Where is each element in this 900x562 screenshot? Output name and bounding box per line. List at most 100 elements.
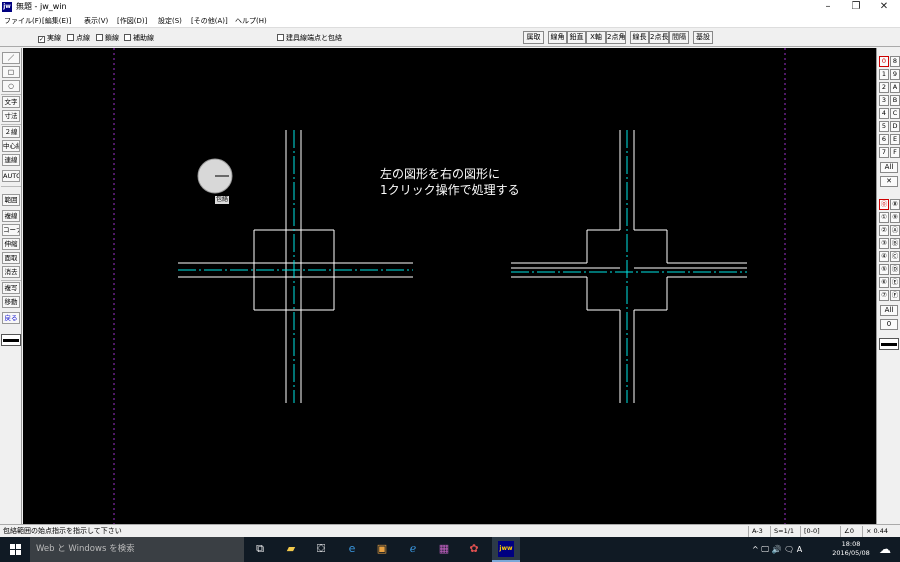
tool-undo[interactable]: 戻る <box>2 312 20 324</box>
layer-group-9[interactable]: 9 <box>890 69 900 80</box>
layer-group-a[interactable]: A <box>890 82 900 93</box>
check-solid-line[interactable]: ✓ 実線 <box>38 33 61 43</box>
taskbar-search-input[interactable]: Web と Windows を検索 <box>30 537 244 562</box>
base-set-button[interactable]: 基設 <box>693 31 713 44</box>
check-fitting-endpoint[interactable]: 建具線端点と包絡 <box>277 33 342 43</box>
system-tray[interactable]: ^ 🖵 🔊 🗨 A <box>752 537 802 562</box>
layer-group-4[interactable]: 4 <box>879 108 889 119</box>
layer-4[interactable]: ④ <box>879 251 889 262</box>
two-point-length-button[interactable]: 2点長 <box>649 31 669 44</box>
tool-rectangle[interactable]: □ <box>2 66 20 78</box>
two-point-angle-button[interactable]: 2点角 <box>606 31 626 44</box>
layer-group-b[interactable]: B <box>890 95 900 106</box>
store-icon[interactable]: ⛋ <box>313 541 329 557</box>
check-chain-line[interactable]: 鎖線 <box>96 33 119 43</box>
zoom-ratio-field[interactable]: × 0.44 <box>862 526 900 537</box>
interval-button[interactable]: 間隔 <box>669 31 689 44</box>
layer-f[interactable]: Ⓕ <box>890 290 900 301</box>
layer-group-all-button[interactable]: All <box>880 162 898 173</box>
layer-1[interactable]: ① <box>879 212 889 223</box>
tool-line[interactable]: ／ <box>2 52 20 64</box>
menu-other[interactable]: [その他(A)] <box>191 15 228 27</box>
layer-0[interactable]: ⓪ <box>879 199 889 210</box>
layer-9[interactable]: ⑨ <box>890 212 900 223</box>
angle-field[interactable]: ∠0 <box>840 526 862 537</box>
internet-explorer-icon[interactable]: ℯ <box>405 541 421 557</box>
vertical-button[interactable]: 鉛直 <box>567 31 586 44</box>
edge-browser-icon[interactable]: e <box>344 541 360 557</box>
tool-dimension[interactable]: 寸法 <box>2 110 20 122</box>
layer-3[interactable]: ③ <box>879 238 889 249</box>
menu-settings[interactable]: 設定(S) <box>158 15 182 27</box>
task-view-icon[interactable]: ⧉ <box>252 541 268 557</box>
tool-center-line[interactable]: 中心線 <box>2 140 20 152</box>
layer-field[interactable]: [0-0] <box>800 526 826 537</box>
layer-group-0[interactable]: 0 <box>879 56 889 67</box>
app-photo-icon[interactable]: ▦ <box>436 541 452 557</box>
tool-circle[interactable]: ○ <box>2 80 20 92</box>
line-color-indicator[interactable] <box>879 338 899 350</box>
line-length-button[interactable]: 線長 <box>630 31 649 44</box>
tool-double-line[interactable]: ２線 <box>2 126 20 138</box>
tool-corner[interactable]: コーナー <box>2 224 20 236</box>
tool-parallel[interactable]: 複線 <box>2 210 20 222</box>
layer-7[interactable]: ⑦ <box>879 290 889 301</box>
layer-group-f[interactable]: F <box>890 147 900 158</box>
tool-auto[interactable]: AUTO <box>2 170 20 182</box>
app-paint-icon[interactable]: ✿ <box>466 541 482 557</box>
minimize-button[interactable]: – <box>814 0 842 14</box>
cad-drawing[interactable] <box>23 48 876 524</box>
layer-group-7[interactable]: 7 <box>879 147 889 158</box>
media-player-icon[interactable]: ▣ <box>374 541 390 557</box>
layer-all-button[interactable]: All <box>880 305 898 316</box>
layer-8[interactable]: ⑧ <box>890 199 900 210</box>
tool-extend[interactable]: 伸縮 <box>2 238 20 250</box>
layer-c[interactable]: Ⓒ <box>890 251 900 262</box>
restore-button[interactable]: ❐ <box>842 0 870 14</box>
layer-6[interactable]: ⑥ <box>879 277 889 288</box>
attr-pick-button[interactable]: 属取 <box>523 31 544 44</box>
tool-range[interactable]: 範囲 <box>2 194 20 206</box>
tool-chamfer[interactable]: 面取 <box>2 252 20 264</box>
tool-text[interactable]: 文字 <box>2 96 20 108</box>
windows-start-icon[interactable] <box>0 537 30 562</box>
file-explorer-icon[interactable]: ▰ <box>283 541 299 557</box>
layer-group-e[interactable]: E <box>890 134 900 145</box>
menu-edit[interactable]: [編集(E)] <box>42 15 71 27</box>
layer-a[interactable]: Ⓐ <box>890 225 900 236</box>
layer-b[interactable]: Ⓑ <box>890 238 900 249</box>
tool-copy[interactable]: 複写 <box>2 282 20 294</box>
drawing-canvas[interactable]: 左の図形を右の図形に 1クリック操作で処理する 包絡 <box>23 48 876 524</box>
menu-file[interactable]: ファイル(F) <box>4 15 42 27</box>
processed-cross-figure[interactable] <box>511 130 747 403</box>
layer-group-cross-button[interactable]: ✕ <box>880 176 898 187</box>
check-dotted-line[interactable]: 点線 <box>67 33 90 43</box>
tool-continuous-line[interactable]: 連線 <box>2 154 20 166</box>
menu-help[interactable]: ヘルプ(H) <box>235 15 267 27</box>
layer-group-2[interactable]: 2 <box>879 82 889 93</box>
check-aux-line[interactable]: 補助線 <box>124 33 154 43</box>
layer-group-8[interactable]: 8 <box>890 56 900 67</box>
layer-e[interactable]: Ⓔ <box>890 277 900 288</box>
layer-group-1[interactable]: 1 <box>879 69 889 80</box>
layer-d[interactable]: Ⓓ <box>890 264 900 275</box>
x-axis-button[interactable]: X軸 <box>586 31 606 44</box>
tool-erase[interactable]: 消去 <box>2 266 20 278</box>
layer-2[interactable]: ② <box>879 225 889 236</box>
layer-group-6[interactable]: 6 <box>879 134 889 145</box>
layer-zero-button[interactable]: 0 <box>880 319 898 330</box>
scale-field[interactable]: S=1/1 <box>770 526 800 537</box>
line-type-indicator[interactable] <box>1 334 21 346</box>
notification-center-icon[interactable]: ☁ <box>876 542 894 556</box>
taskbar-clock[interactable]: 18:08 2016/05/08 <box>830 540 872 558</box>
layer-group-3[interactable]: 3 <box>879 95 889 106</box>
layer-group-c[interactable]: C <box>890 108 900 119</box>
line-angle-button[interactable]: 線角 <box>548 31 567 44</box>
menu-view[interactable]: 表示(V) <box>84 15 108 27</box>
jw-taskbar-button[interactable]: jww <box>492 537 520 562</box>
close-button[interactable]: ✕ <box>870 0 898 14</box>
layer-group-5[interactable]: 5 <box>879 121 889 132</box>
layer-group-d[interactable]: D <box>890 121 900 132</box>
tool-move[interactable]: 移動 <box>2 296 20 308</box>
layer-5[interactable]: ⑤ <box>879 264 889 275</box>
